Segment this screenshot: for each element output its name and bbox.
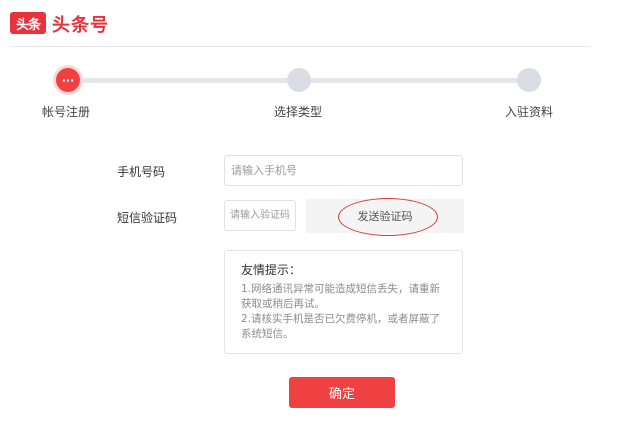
step-label-profile: 入驻资料	[505, 105, 554, 119]
step-dot-account: ···	[56, 68, 80, 92]
step-label-account: 帐号注册	[42, 105, 91, 119]
step-dot-profile	[517, 68, 541, 92]
phone-input[interactable]	[224, 155, 463, 186]
sms-code-input[interactable]	[224, 200, 296, 231]
step-connector-2	[307, 78, 517, 83]
logo-text: 头条号	[52, 15, 109, 36]
header-divider	[10, 46, 590, 47]
phone-label: 手机号码	[117, 165, 166, 179]
confirm-button[interactable]: 确定	[289, 377, 395, 408]
tips-line: 1.网络通讯异常可能造成短信丢失，请重新	[241, 283, 441, 295]
logo-badge: 头条	[10, 12, 46, 34]
step-connector-1	[80, 78, 290, 83]
send-code-button[interactable]: 发送验证码	[306, 199, 464, 233]
step-dot-type	[287, 68, 311, 92]
tips-box: 友情提示： 1.网络通讯异常可能造成短信丢失，请重新 获取或稍后再试。 2.请核…	[224, 250, 463, 354]
tips-line: 获取或稍后再试。	[241, 298, 325, 310]
tips-line: 系统短信。	[241, 328, 294, 340]
sms-code-label: 短信验证码	[117, 211, 178, 225]
tips-line: 2.请核实手机是否已欠费停机，或者屏蔽了	[241, 313, 441, 325]
tips-title: 友情提示：	[241, 263, 302, 277]
step-label-type: 选择类型	[274, 105, 323, 119]
